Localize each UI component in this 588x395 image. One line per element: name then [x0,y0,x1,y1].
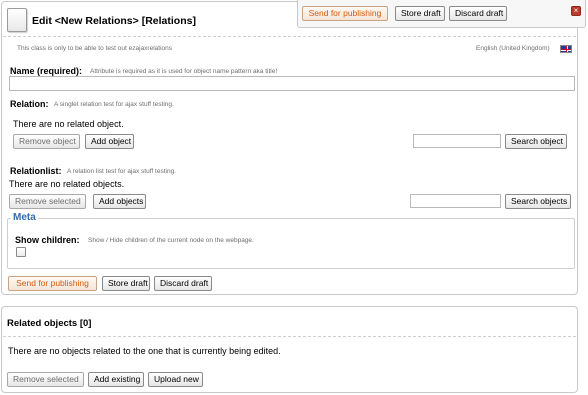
class-description: This class is only to be able to test ou… [17,45,172,52]
relationlist-field-label: Relationlist: [10,166,62,176]
related-objects-title: Related objects [0] [7,318,92,329]
relationlist-empty-text: There are no related objects. [9,179,125,189]
store-draft-button[interactable]: Store draft [102,276,150,291]
relation-search-input[interactable] [413,134,501,148]
add-object-button[interactable]: Add object [85,134,134,149]
meta-legend: Meta [11,212,38,223]
relationlist-field-hint: A relation list test for ajax stuff test… [67,168,176,175]
relation-empty-text: There are no related object. [13,119,124,129]
show-children-checkbox[interactable] [16,247,26,257]
related-separator [3,336,576,337]
page-title: Edit <New Relations> [Relations] [32,15,196,27]
remove-selected-button[interactable]: Remove selected [9,194,86,209]
relationlist-search-input[interactable] [410,194,501,208]
discard-draft-button-top[interactable]: Discard draft [449,6,507,21]
add-objects-button[interactable]: Add objects [93,194,146,209]
document-icon [7,8,27,32]
upload-new-button[interactable]: Upload new [148,372,203,387]
discard-draft-button[interactable]: Discard draft [154,276,212,291]
store-draft-button-top[interactable]: Store draft [395,6,445,21]
name-field-label: Name (required): [10,66,83,76]
search-objects-button[interactable]: Search objects [505,194,571,209]
language-label: English (United Kingdom) [476,45,550,52]
add-existing-button[interactable]: Add existing [88,372,144,387]
related-empty-text: There are no objects related to the one … [8,346,281,356]
send-for-publishing-button-top[interactable]: Send for publishing [302,6,388,21]
relation-field-hint: A singlet relation test for ajax stuff t… [54,101,174,108]
close-icon[interactable]: × [571,6,581,16]
related-remove-selected-button[interactable]: Remove selected [7,372,84,387]
relation-field-label: Relation: [10,99,49,109]
search-object-button[interactable]: Search object [505,134,567,149]
remove-object-button[interactable]: Remove object [13,134,80,149]
uk-flag-icon [560,45,572,53]
name-field-hint: Attribute is required as it is used for … [90,68,278,75]
send-for-publishing-button[interactable]: Send for publishing [8,276,97,291]
name-input[interactable] [9,76,575,91]
show-children-label: Show children: [15,235,80,245]
title-separator [3,36,576,37]
show-children-hint: Show / Hide children of the current node… [88,237,254,244]
